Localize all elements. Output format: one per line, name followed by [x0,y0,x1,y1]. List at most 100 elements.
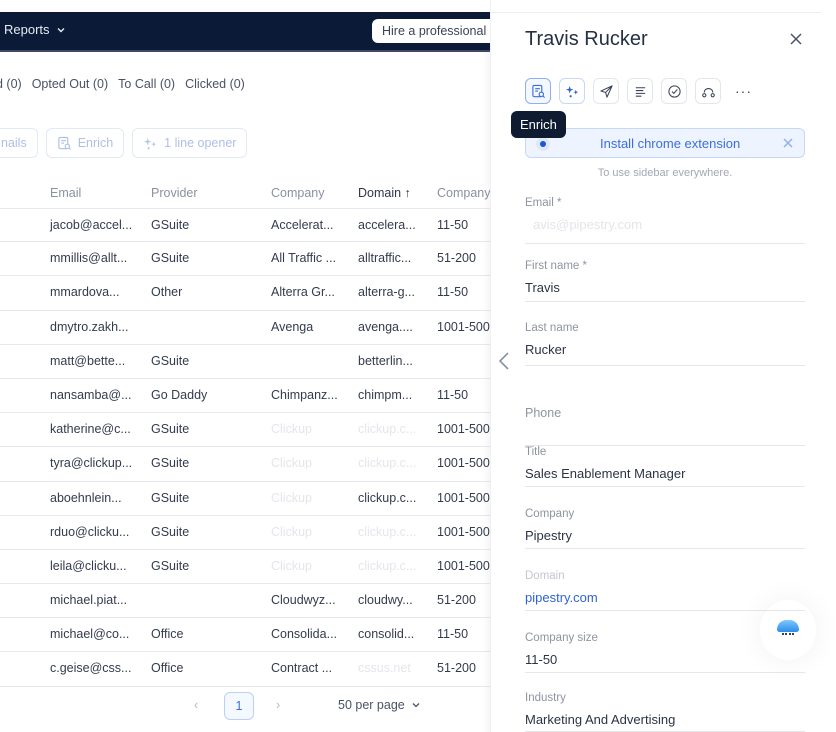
field-industry[interactable]: Industry Marketing And Advertising [525,692,805,732]
enrich-button[interactable]: Enrich [45,128,125,158]
panel-shadow [482,52,490,732]
cell-domain: avenga.... [358,319,413,334]
field-email[interactable]: Email * avis@pipestry.com [525,197,805,244]
filter-tab-clicked[interactable]: Clicked (0) [185,77,245,91]
page-1-button[interactable]: 1 [224,692,254,720]
hire-professional-button[interactable]: Hire a professional [372,19,490,43]
field-value[interactable]: avis@pipestry.com [533,217,642,232]
table-row[interactable]: mmardova... Other Alterra Gr... alterra-g..… [0,276,490,311]
cell-company: Cloudwyz... [271,593,336,608]
cell-email: tyra@clickup... [50,456,133,471]
cell-provider: Go Daddy [151,387,208,402]
filter-tab-to-call[interactable]: To Call (0) [118,77,175,91]
cell-company: Chimpanz... [271,387,338,402]
column-header-company[interactable]: Company [271,186,325,200]
cell-domain: chimpm... [358,387,413,402]
chat-widget-button[interactable] [760,600,816,660]
cell-company-size: 11-50 [437,218,469,232]
cell-provider: GSuite [151,524,190,539]
enrich-icon [531,84,545,98]
cell-email: mmardova... [50,285,120,300]
column-header-email[interactable]: Email [50,186,81,200]
chat-bot-icon [777,620,799,632]
field-value[interactable]: 11-50 [525,652,557,667]
field-title[interactable]: Title Sales Enablement Manager [525,446,805,487]
cell-email: jacob@accel... [50,218,133,232]
cell-company-size: 51-200 [437,593,476,608]
field-company[interactable]: Company Pipestry [525,508,805,549]
prev-page-button[interactable]: ‹ [194,698,198,712]
cell-domain: accelera... [358,218,416,232]
enrich-icon [58,136,71,150]
field-value[interactable]: Travis [525,280,560,295]
column-header-provider[interactable]: Provider [151,186,198,200]
cell-domain: clickup.c... [358,456,417,471]
field-label: Title [525,446,547,458]
table-row[interactable]: katherine@c... GSuite Clickup clickup.c... 1… [0,413,490,448]
cell-company: Clickup [271,422,312,437]
tool-enrich-button[interactable] [525,78,551,104]
filter-tab-opted-out[interactable]: Opted Out (0) [32,77,108,91]
table-row[interactable]: matt@bette... GSuite betterlin... [0,345,490,379]
cell-provider: Office [151,627,184,642]
field-first-name[interactable]: First name * Travis [525,260,805,302]
table-row[interactable]: jacob@accel... GSuite Accelerat... accelera… [0,208,490,243]
field-last-name[interactable]: Last name Rucker [525,322,805,366]
cell-company: Clickup [271,558,312,573]
top-navbar: Reports Hire a professional [0,12,490,52]
table-row[interactable]: tyra@clickup... GSuite Clickup clickup.c...… [0,447,490,482]
table-row[interactable]: dmytro.zakh... Avenga avenga.... 1001-500 [0,311,490,345]
next-page-button[interactable]: › [276,698,280,712]
field-value[interactable]: Marketing And Advertising [525,712,675,727]
nav-reports-menu[interactable]: Reports [4,22,66,37]
table-row[interactable]: nansamba@... Go Daddy Chimpanz... chimpm...… [0,379,490,414]
chevron-left-icon[interactable] [497,350,511,372]
cell-provider: Office [151,661,184,676]
chrome-extension-banner[interactable]: Install chrome extension [525,128,805,158]
table-row[interactable]: c.geise@css... Office Contract ... cssus.ne… [0,652,490,687]
table-row[interactable]: michael.piat... Cloudwyz... cloudwy... 51-2… [0,584,490,619]
emails-button[interactable]: nails [0,128,38,158]
per-page-label: 50 per page [338,698,405,712]
field-label: Last name [525,322,579,334]
table-row[interactable]: rduo@clicku... GSuite Clickup clickup.c... 1… [0,516,490,550]
per-page-select[interactable]: 50 per page [338,698,421,712]
table-row[interactable]: leila@clicku... GSuite Clickup clickup.c...… [0,550,490,585]
cell-company: Clickup [271,490,312,505]
cell-company-size: 51-200 [437,661,476,676]
notes-icon [635,86,645,97]
field-label: Phone [525,406,562,420]
table-row[interactable]: mmillis@allt... GSuite All Traffic ... allt… [0,242,490,277]
cell-email: katherine@c... [50,422,131,437]
table-row[interactable]: michael@co... Office Consolida... consolid.… [0,618,490,653]
tool-notes-button[interactable] [627,78,653,104]
chat-dots [782,633,794,635]
column-header-domain[interactable]: Domain ↑ [358,186,411,200]
line-opener-button[interactable]: 1 line opener [132,128,248,158]
tool-task-button[interactable] [661,78,687,104]
cell-email: michael@co... [50,627,130,642]
cell-company-size: 51-200 [437,251,476,266]
cell-company: Avenga [271,319,314,334]
field-value[interactable]: Pipestry [525,528,572,543]
sparkle-icon [565,85,578,97]
tool-sequence-button[interactable] [695,78,721,104]
tool-send-button[interactable] [593,78,619,104]
cell-provider: GSuite [151,456,190,471]
table-row[interactable]: aboehnlein... GSuite Clickup clickup.c... 10… [0,482,490,516]
send-icon [599,84,613,98]
tool-ai-button[interactable] [559,78,585,104]
field-value[interactable]: Sales Enablement Manager [525,466,685,481]
filter-tab[interactable]: d (0) [0,77,22,91]
field-value[interactable]: Rucker [525,342,566,357]
cell-domain: clickup.c... [358,558,417,573]
close-icon[interactable] [787,30,805,48]
close-icon[interactable] [782,137,794,149]
more-options-icon[interactable]: ··· [735,83,752,99]
field-phone[interactable]: Phone [525,404,805,446]
cell-email: leila@clicku... [50,558,127,573]
cell-company: Accelerat... [271,218,334,232]
field-domain[interactable]: Domain pipestry.com [525,570,805,611]
field-value[interactable]: pipestry.com [525,590,598,605]
prospects-table: Email Provider Company Domain ↑ Company … [0,180,490,687]
